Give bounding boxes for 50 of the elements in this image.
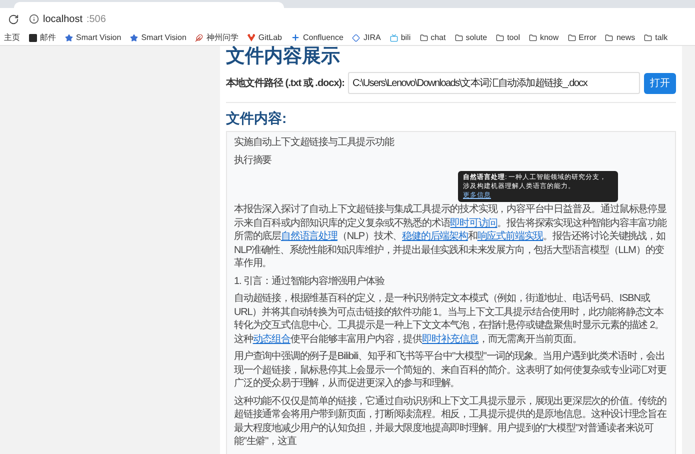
path-label: 本地文件路径 (.txt 或 .docx): xyxy=(226,76,344,90)
bookmark[interactable]: 邮件 xyxy=(29,32,56,43)
term-link[interactable]: 即时补充信息 xyxy=(422,334,478,344)
bookmark[interactable]: Error xyxy=(568,33,596,42)
info-icon[interactable] xyxy=(29,14,39,24)
bookmark[interactable]: talk xyxy=(644,33,668,42)
reload-icon[interactable] xyxy=(8,14,19,24)
paragraph: 自动超链接，根据维基百科的定义，是一种识别特定文本模式（例如，街道地址、电话号码、ISBN或URL）并将其自动转换为可点击链接的软件功能 1。当与上下文工具提示结合使用时，此功能将静态文本转化为交互式信息中心。工具提示是一种上下文文本气泡，在指针悬停或键盘聚焦时显示元素的描述 2。这种动态组合使平台能够丰富用户内容，提供即时补充信息，而无需离开当前页面。 xyxy=(234,293,664,344)
paragraph: 执行摘要 xyxy=(234,154,272,166)
content-heading: 文件内容: xyxy=(226,109,288,127)
folder-icon xyxy=(420,34,428,42)
path-input[interactable]: C:\Users\Lenovo\Downloads\文本词汇自动添加超链接_.docx xyxy=(348,72,640,94)
paragraph: 1. 引言：通过智能内容增强用户体验 xyxy=(234,276,384,286)
term-link[interactable]: 即时可访问 xyxy=(450,218,498,228)
bookmark[interactable]: JIRA xyxy=(352,33,381,42)
folder-icon xyxy=(454,34,463,42)
bookmark[interactable]: 主页 xyxy=(4,32,20,43)
feather-icon xyxy=(195,34,204,42)
star-icon xyxy=(130,34,138,42)
bookmark[interactable]: solute xyxy=(454,33,488,42)
bookmark[interactable]: Smart Vision xyxy=(130,33,186,42)
folder-icon xyxy=(496,34,504,42)
folder-icon xyxy=(528,34,537,42)
term-link[interactable]: 稳健的后端架构 xyxy=(402,231,468,242)
bookmark[interactable]: news xyxy=(605,33,636,42)
bookmark[interactable]: 神州问学 xyxy=(195,32,238,43)
term-link[interactable]: 动态组合 xyxy=(252,334,290,344)
diamond-icon xyxy=(352,34,360,42)
star-icon xyxy=(65,34,73,42)
app-icon xyxy=(29,34,37,42)
paragraph: 用户查询中强调的例子是Bilibili、知乎和飞书等平台中"大模型"一词的现象。当用户遇到此类术语时，会出现一个超链接，鼠标悬停其上会显示一个简短的、来自百科的简介。这表明了如何使复杂或专业词汇对更广泛的受众易于理解，从而促进更深入的参与和理解。 xyxy=(234,351,666,389)
bookmark[interactable]: Confluence xyxy=(290,33,344,42)
bookmark[interactable]: know xyxy=(528,33,559,42)
bookmark[interactable]: bili xyxy=(390,33,411,42)
folder-icon xyxy=(568,34,576,42)
folder-icon xyxy=(644,34,652,42)
bookmark[interactable]: Smart Vision xyxy=(65,33,122,42)
open-button[interactable]: 打开 xyxy=(644,72,676,94)
address-bar[interactable]: localhost :506 xyxy=(29,14,106,24)
tv-icon xyxy=(390,34,398,42)
term-link[interactable]: 自然语言处理 xyxy=(281,231,338,242)
paragraph: 本报告深入探讨了自动上下文超链接与集成工具提示的技术实现，内容平台中日益普及。通过鼠标悬停显示来自百科或内部知识库的定义复杂或不熟悉的术语即时可访问。报告将探索实现这种智能内容丰富功能所需的底层自然语言处理（NLP）技术、稳健的后端架构和响应式前端实现。报告还将讨论关键挑战，如NLP准确性、系统性能和知识库维护，并提出最佳实践和未来发展方向，包括大型语言模型（LLM）的变革作用。 xyxy=(234,204,666,269)
bookmark[interactable]: GitLab xyxy=(247,33,282,42)
paragraph: 这种功能不仅仅是简单的链接，它通过自动识别和上下文工具提示显示，展现出更深层次的价值。传统的超链接通常会将用户带到新页面，打断阅读流程。相反，工具提示提供的是原地信息。这种设计理念旨在最大程度地减少用户的认知负担，并最大限度地提高即时理解。用户提到的"大模型"对普通读者来说可能"生僻"，这直 xyxy=(234,396,666,447)
bookmark[interactable]: tool xyxy=(496,33,520,42)
bookmark[interactable]: chat xyxy=(420,33,446,42)
folder-icon xyxy=(605,34,614,42)
paragraph: 实施自动上下文超链接与工具提示功能 xyxy=(234,137,394,148)
cross-icon xyxy=(290,33,300,42)
term-link[interactable]: 响应式前端实现 xyxy=(477,231,544,242)
